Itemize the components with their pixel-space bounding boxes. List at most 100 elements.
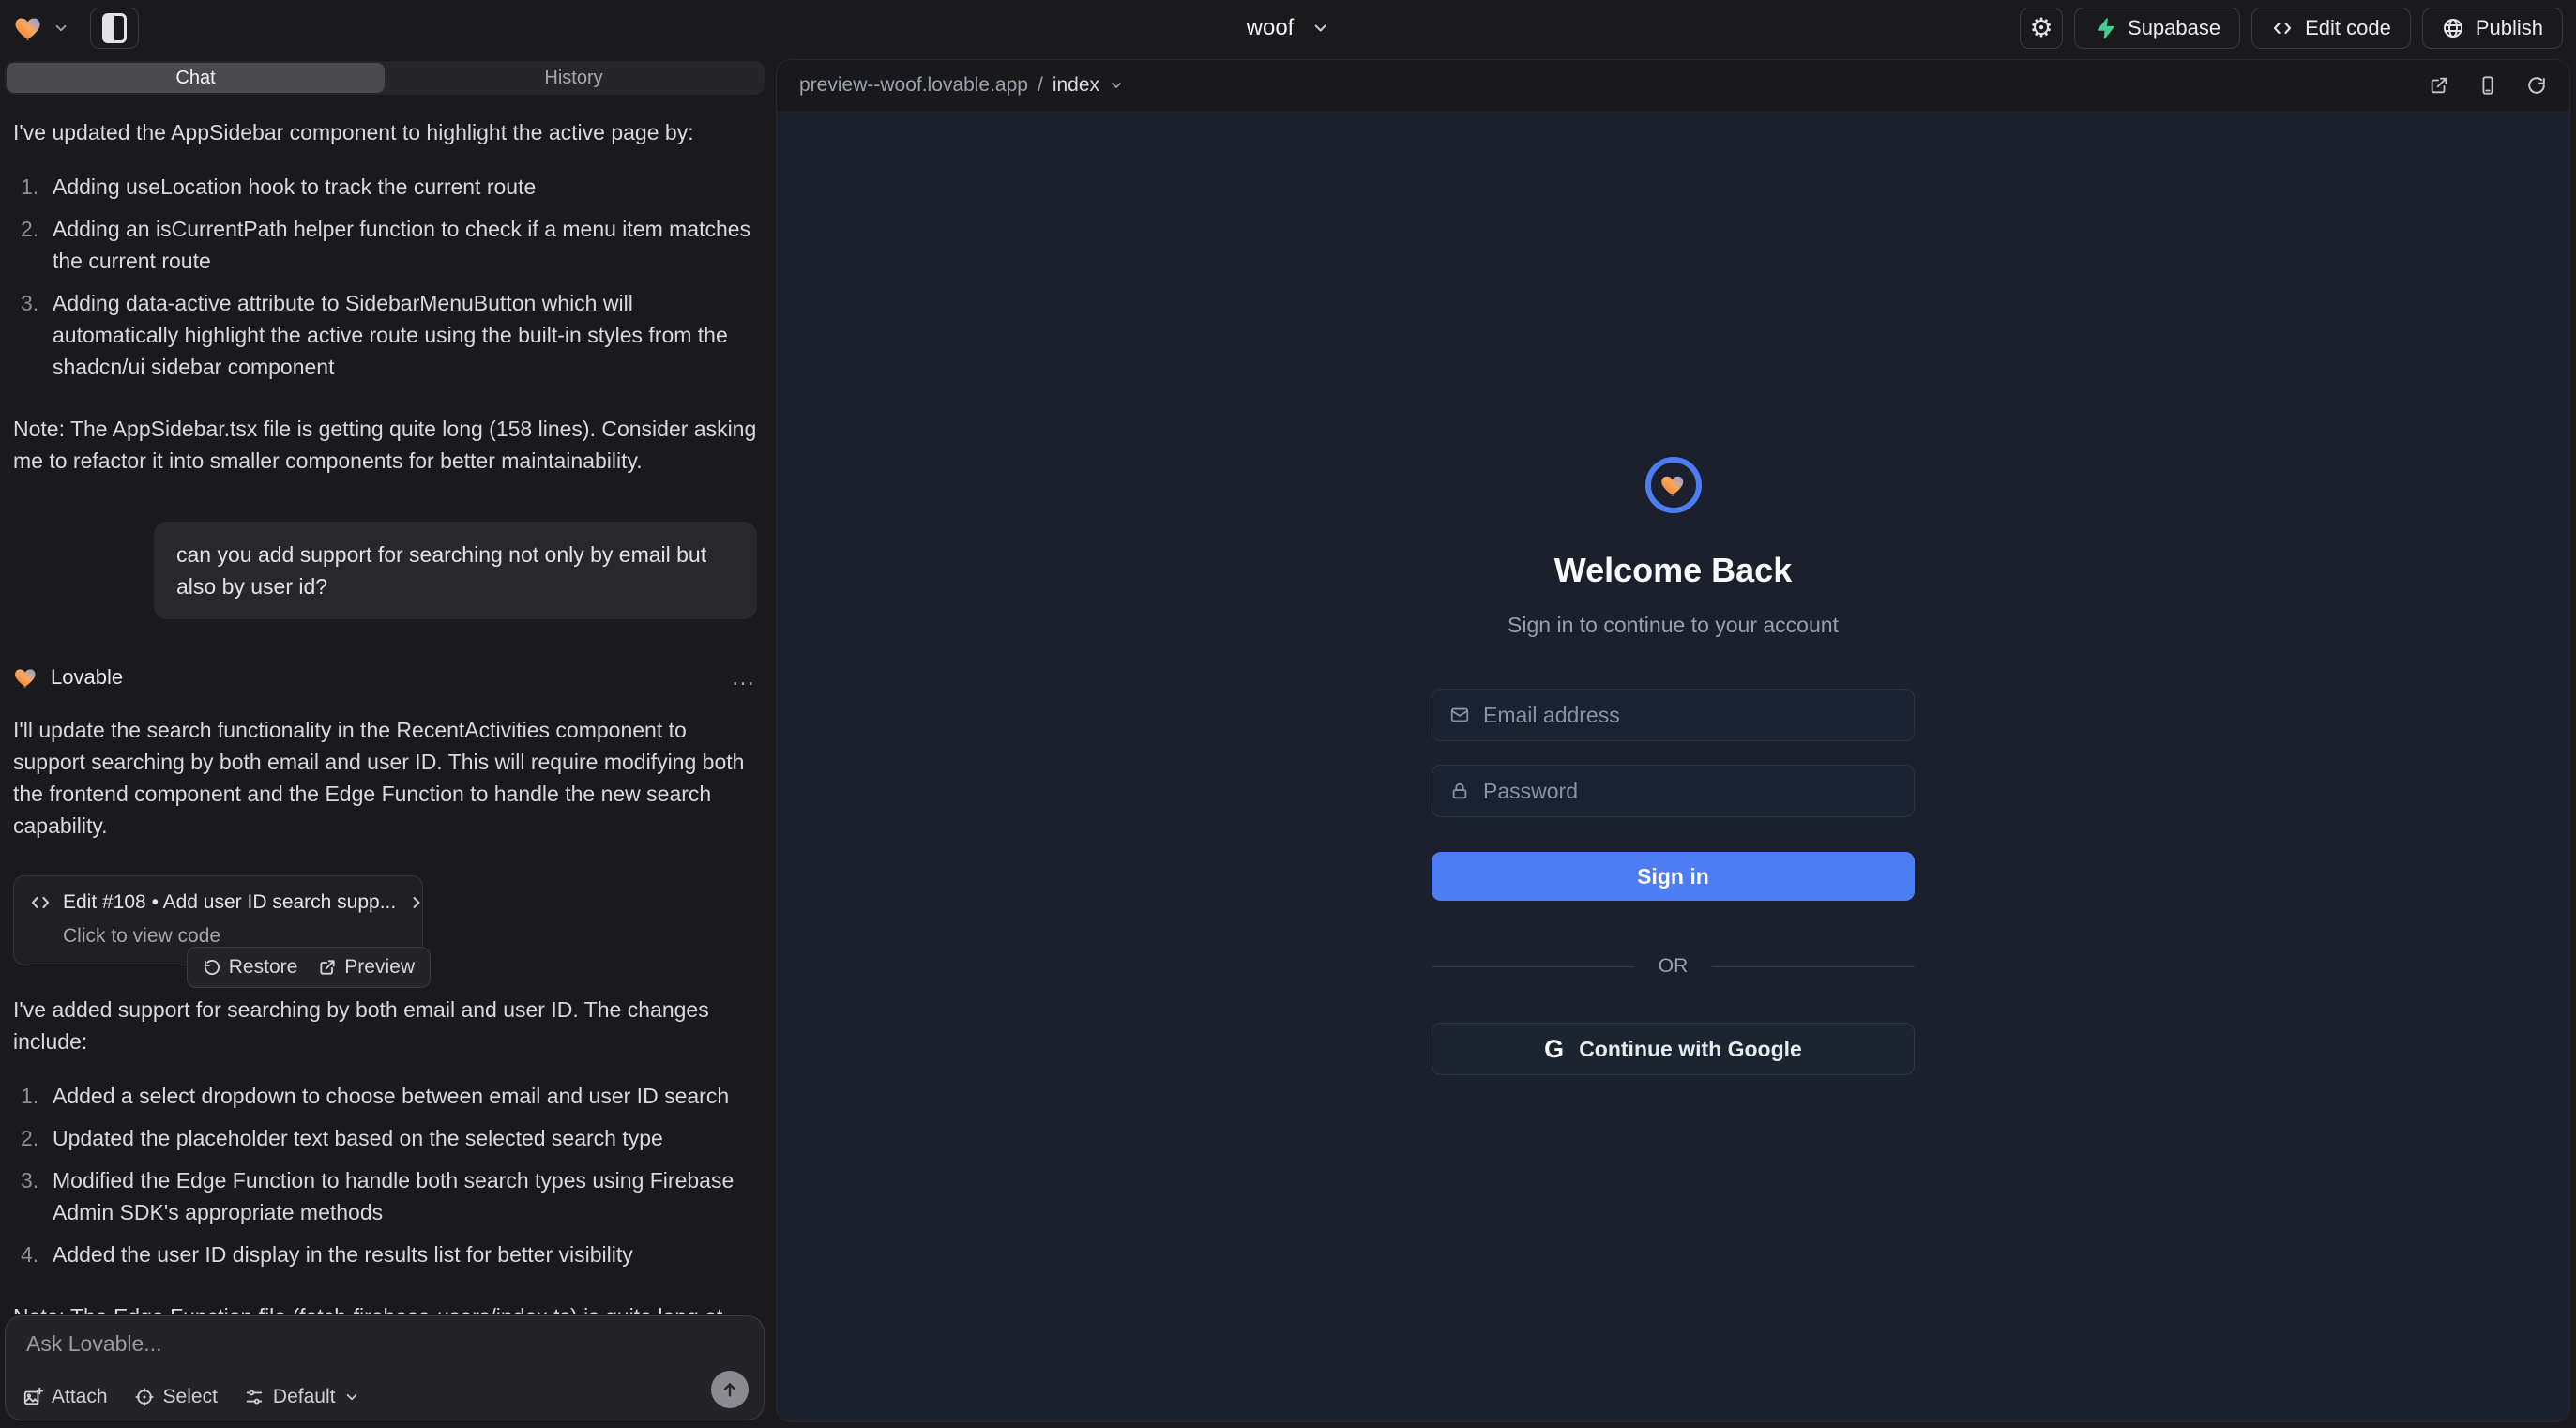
chat-message-list[interactable]: I've updated the AppSidebar component to… [0, 99, 772, 1314]
code-icon [29, 891, 52, 914]
google-g-icon: G [1544, 1035, 1564, 1064]
tab-history[interactable]: History [385, 63, 763, 93]
attach-image-icon [23, 1387, 43, 1407]
preview-label: Preview [344, 956, 415, 979]
mail-icon [1449, 705, 1470, 725]
or-divider: OR [1432, 955, 1915, 978]
preview-url-host: preview--woof.lovable.app [799, 74, 1028, 97]
chevron-down-icon [1109, 78, 1124, 93]
supabase-button[interactable]: Supabase [2074, 8, 2240, 49]
restore-label: Restore [229, 956, 298, 979]
list-item: Updated the placeholder text based on th… [13, 1122, 757, 1154]
numbered-list: Adding useLocation hook to track the cur… [13, 171, 757, 383]
list-item: Modified the Edge Function to handle bot… [13, 1164, 757, 1228]
mobile-view-button[interactable] [2478, 75, 2498, 96]
list-item: Adding useLocation hook to track the cur… [13, 171, 757, 203]
password-field-wrapper [1432, 765, 1915, 817]
preview-header: preview--woof.lovable.app / index [777, 60, 2569, 111]
list-item: Added a select dropdown to choose betwee… [13, 1080, 757, 1112]
lovable-heart-icon [13, 664, 39, 691]
edit-card-title: Edit #108 • Add user ID search supp... [63, 891, 396, 914]
sidebar-panel-icon [102, 13, 127, 43]
select-label: Select [163, 1386, 218, 1408]
assistant-note-text: Note: The Edge Function file (fetch-fire… [13, 1300, 757, 1314]
topbar-actions: ⚙ Supabase Edit code Publish [2020, 8, 2563, 49]
project-switcher[interactable]: woof [1247, 15, 1330, 41]
divider-label: OR [1659, 955, 1689, 978]
list-item: Added the user ID display in the results… [13, 1238, 757, 1270]
edit-code-button[interactable]: Edit code [2251, 8, 2411, 49]
attach-button[interactable]: Attach [23, 1386, 108, 1408]
chat-panel: Chat History I've updated the AppSidebar… [0, 56, 772, 1428]
chevron-down-icon [343, 1389, 360, 1405]
chat-history-tabs: Chat History [5, 61, 765, 95]
sliders-icon [244, 1387, 265, 1407]
signin-form: Welcome Back Sign in to continue to your… [1432, 457, 1915, 1075]
settings-button[interactable]: ⚙ [2020, 8, 2063, 49]
restore-button[interactable]: Restore [203, 956, 298, 979]
preview-url-separator: / [1038, 74, 1043, 97]
divider-line [1712, 966, 1915, 967]
project-name: woof [1247, 15, 1295, 41]
chat-composer: Attach Select Default [5, 1315, 765, 1420]
select-element-button[interactable]: Select [134, 1386, 218, 1408]
lovable-heart-icon [13, 12, 45, 44]
tab-chat[interactable]: Chat [7, 63, 385, 93]
toggle-sidebar-button[interactable] [90, 8, 139, 49]
assistant-name: Lovable [51, 665, 123, 690]
globe-icon [2442, 17, 2464, 39]
lovable-menu[interactable] [13, 12, 69, 44]
preview-url-selector[interactable]: preview--woof.lovable.app / index [799, 74, 1124, 97]
google-button-label: Continue with Google [1579, 1037, 1802, 1062]
arrow-up-icon [720, 1379, 740, 1400]
edit-code-label: Edit code [2305, 16, 2391, 40]
refresh-button[interactable] [2526, 75, 2547, 96]
chevron-down-icon [1311, 19, 1329, 38]
chat-input[interactable] [26, 1331, 698, 1369]
mode-selector[interactable]: Default [244, 1386, 361, 1408]
sign-in-button[interactable]: Sign in [1432, 852, 1915, 901]
assistant-message-text: I've updated the AppSidebar component to… [13, 116, 757, 148]
open-in-new-tab-button[interactable] [2429, 75, 2449, 96]
user-message-bubble: can you add support for searching not on… [154, 522, 757, 619]
publish-label: Publish [2476, 16, 2543, 40]
chevron-right-icon [407, 893, 426, 912]
code-icon [2271, 17, 2294, 39]
target-icon [134, 1387, 155, 1407]
app-logo [1645, 457, 1702, 513]
assistant-header: Lovable … [13, 662, 757, 691]
preview-button[interactable]: Preview [318, 956, 415, 979]
password-field[interactable] [1483, 779, 1897, 804]
attach-label: Attach [52, 1386, 108, 1408]
preview-url-page: index [1053, 74, 1099, 97]
publish-button[interactable]: Publish [2422, 8, 2563, 49]
supabase-bolt-icon [2094, 17, 2116, 39]
email-field[interactable] [1483, 703, 1897, 728]
preview-header-actions [2429, 75, 2547, 96]
list-item: Adding data-active attribute to SidebarM… [13, 287, 757, 383]
restore-icon [203, 958, 221, 977]
assistant-note-text: Note: The AppSidebar.tsx file is getting… [13, 413, 757, 477]
preview-panel: preview--woof.lovable.app / index [776, 59, 2570, 1422]
assistant-message-text: I've added support for searching by both… [13, 994, 757, 1057]
numbered-list: Added a select dropdown to choose betwee… [13, 1080, 757, 1270]
supabase-label: Supabase [2128, 16, 2220, 40]
composer-toolbar: Attach Select Default [23, 1386, 360, 1408]
edit-card-wrapper: Edit #108 • Add user ID search supp... C… [13, 875, 423, 965]
continue-with-google-button[interactable]: G Continue with Google [1432, 1023, 1915, 1075]
email-field-wrapper [1432, 689, 1915, 741]
divider-line [1432, 966, 1634, 967]
page-title: Welcome Back [1554, 551, 1792, 590]
preview-app-content: Welcome Back Sign in to continue to your… [777, 111, 2569, 1421]
more-options-icon[interactable]: … [731, 662, 757, 691]
edit-card-actions: Restore Preview [187, 947, 431, 988]
assistant-message-text: I'll update the search functionality in … [13, 714, 757, 842]
list-item: Adding an isCurrentPath helper function … [13, 213, 757, 277]
top-bar: woof ⚙ Supabase Edit code Publish [0, 0, 2576, 56]
chevron-down-icon [53, 20, 69, 37]
mode-label: Default [273, 1386, 336, 1408]
lock-icon [1449, 781, 1470, 801]
send-button[interactable] [711, 1371, 749, 1408]
page-subtitle: Sign in to continue to your account [1508, 613, 1839, 638]
external-link-icon [318, 958, 337, 977]
